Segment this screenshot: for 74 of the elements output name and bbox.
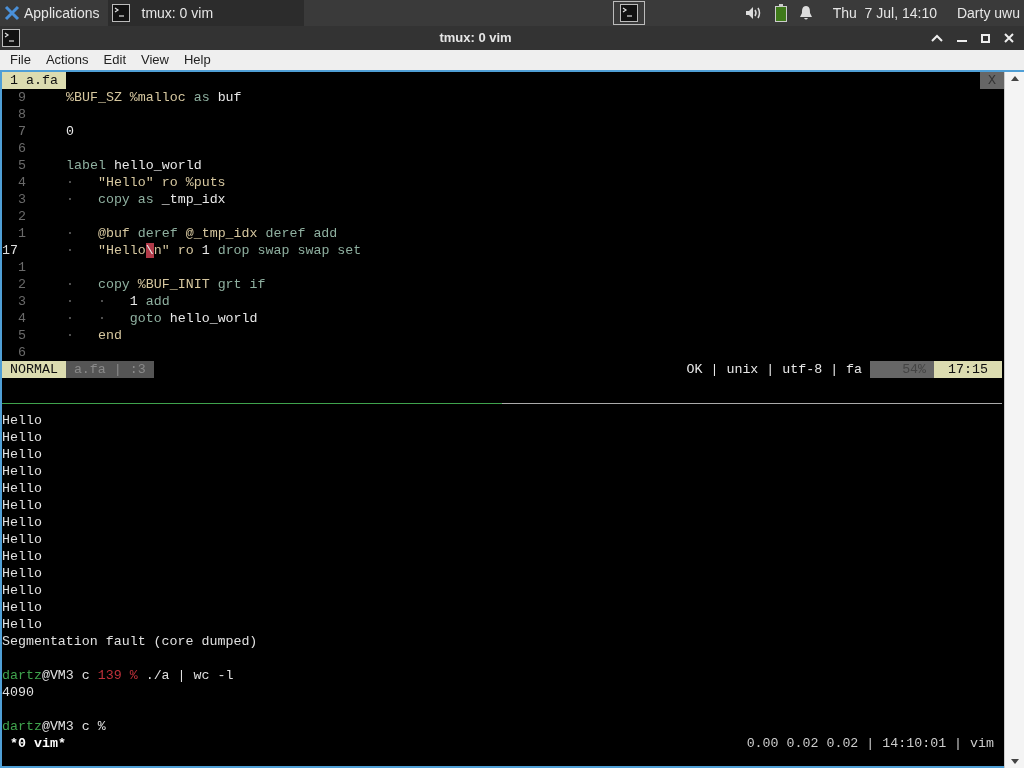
terminal-line: Hello xyxy=(2,429,43,446)
terminal-line: Hello xyxy=(2,463,43,480)
code-line: 0 xyxy=(66,123,74,140)
terminal-line: Segmentation fault (core dumped) xyxy=(2,633,259,650)
window-terminal-icon xyxy=(2,29,20,47)
tmux-window[interactable]: *0 vim* xyxy=(10,735,66,752)
bell-icon[interactable] xyxy=(798,5,813,21)
shade-icon[interactable] xyxy=(931,33,943,43)
line-number: 3 xyxy=(17,293,26,310)
terminal-line: Hello xyxy=(2,565,43,582)
maximize-icon[interactable] xyxy=(981,33,990,43)
close-icon[interactable] xyxy=(1004,33,1014,43)
line-number: 6 xyxy=(17,344,26,361)
battery-icon[interactable] xyxy=(774,4,787,22)
clock[interactable]: Thu 7 Jul, 14:10 xyxy=(832,2,937,24)
line-number: 5 xyxy=(17,327,26,344)
user-name[interactable]: Darty uwu xyxy=(956,2,1020,24)
code-line: · end xyxy=(66,327,122,344)
line-number: 2 xyxy=(17,208,26,225)
menu-item[interactable]: Edit xyxy=(103,50,126,70)
terminal-line: Hello xyxy=(2,446,43,463)
terminal-line: Hello xyxy=(2,599,43,616)
line-number: 4 xyxy=(17,310,26,327)
terminal-line: Hello xyxy=(2,531,43,548)
code-line: %BUF_SZ %malloc as buf xyxy=(66,89,242,106)
terminal-line: Hello xyxy=(2,582,43,599)
x-logo-icon xyxy=(4,5,20,21)
line-number: 1 xyxy=(17,259,26,276)
status-info: OK | unix | utf-8 | fa xyxy=(685,361,864,378)
line-number: 9 xyxy=(17,89,26,106)
scrollbar[interactable] xyxy=(1004,72,1024,768)
terminal-line: Hello xyxy=(2,616,43,633)
terminal-icon xyxy=(619,4,638,22)
terminal-line: Hello xyxy=(2,514,43,531)
line-number: 8 xyxy=(17,106,26,123)
terminal-line: 4090 xyxy=(2,684,35,701)
taskbar-item[interactable]: tmux: 0 vim xyxy=(107,0,304,26)
line-number: 1 xyxy=(17,225,26,242)
mode-indicator: NORMAL xyxy=(2,361,66,378)
cursor-position: 17:15 xyxy=(934,361,1002,378)
line-number: 7 xyxy=(17,123,26,140)
code-line: label hello_world xyxy=(66,157,202,174)
terminal-line: Hello xyxy=(2,480,43,497)
terminal-line: Hello xyxy=(2,412,43,429)
terminal-line: dartz@VM3 c 139 % ./a | wc -l xyxy=(2,667,235,684)
line-number: 6 xyxy=(17,140,26,157)
terminal-line: Hello xyxy=(2,548,43,565)
menu-item[interactable]: File xyxy=(10,50,31,70)
menu-item[interactable]: Help xyxy=(183,50,211,70)
code-line: · · 1 add xyxy=(66,293,170,310)
scroll-down-icon[interactable] xyxy=(1010,759,1019,764)
terminal-line: Hello xyxy=(2,497,43,514)
menu-item[interactable]: Actions xyxy=(45,50,89,70)
line-number: 17 xyxy=(2,242,19,259)
line-number: 5 xyxy=(17,157,26,174)
code-line: · copy %BUF_INIT grt if xyxy=(66,276,266,293)
applications-menu[interactable]: Applications xyxy=(0,0,108,26)
terminal-launcher[interactable] xyxy=(612,1,645,25)
menu-item[interactable]: View xyxy=(141,50,169,70)
code-line: · @buf deref @_tmp_idx deref add xyxy=(66,225,338,242)
terminal-icon xyxy=(111,4,130,22)
code-line: · copy as _tmp_idx xyxy=(66,191,226,208)
buffer-tab[interactable]: 1 a.fa xyxy=(2,72,66,89)
line-number: 3 xyxy=(17,191,26,208)
scroll-up-icon[interactable] xyxy=(1010,76,1019,81)
line-number: 4 xyxy=(17,174,26,191)
window-title: tmux: 0 vim xyxy=(438,29,513,48)
code-line: · "Hello\n" ro 1 drop swap swap set xyxy=(66,242,362,259)
tmux-status-right: 0.00 0.02 0.02 | 14:10:01 | vim xyxy=(746,735,995,752)
code-line: · · goto hello_world xyxy=(66,310,258,327)
volume-icon[interactable] xyxy=(744,6,763,20)
code-line: · "Hello" ro %puts xyxy=(66,174,226,191)
line-number: 2 xyxy=(17,276,26,293)
terminal-line: dartz@VM3 c % xyxy=(2,718,107,735)
